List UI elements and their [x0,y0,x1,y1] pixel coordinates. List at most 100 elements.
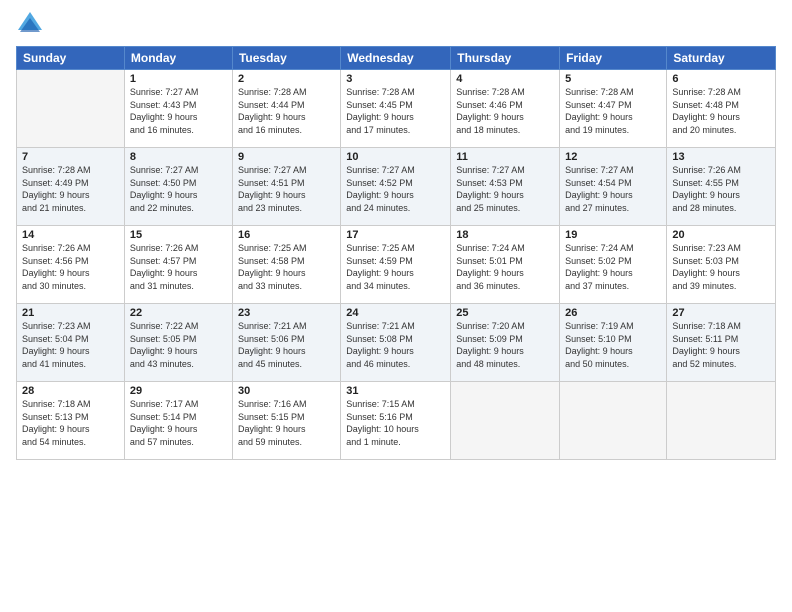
day-info: Sunrise: 7:27 AMSunset: 4:54 PMDaylight:… [565,164,661,214]
day-number: 18 [456,229,554,241]
day-number: 24 [346,307,445,319]
day-info: Sunrise: 7:19 AMSunset: 5:10 PMDaylight:… [565,320,661,370]
weekday-header-monday: Monday [124,47,232,70]
calendar-cell: 11Sunrise: 7:27 AMSunset: 4:53 PMDayligh… [451,148,560,226]
calendar-cell: 18Sunrise: 7:24 AMSunset: 5:01 PMDayligh… [451,226,560,304]
calendar-cell: 23Sunrise: 7:21 AMSunset: 5:06 PMDayligh… [232,304,340,382]
day-info: Sunrise: 7:26 AMSunset: 4:55 PMDaylight:… [672,164,770,214]
day-number: 3 [346,73,445,85]
calendar-cell: 27Sunrise: 7:18 AMSunset: 5:11 PMDayligh… [667,304,776,382]
calendar-cell: 25Sunrise: 7:20 AMSunset: 5:09 PMDayligh… [451,304,560,382]
calendar-cell: 7Sunrise: 7:28 AMSunset: 4:49 PMDaylight… [17,148,125,226]
day-info: Sunrise: 7:28 AMSunset: 4:47 PMDaylight:… [565,86,661,136]
calendar-cell [667,382,776,460]
calendar-cell: 17Sunrise: 7:25 AMSunset: 4:59 PMDayligh… [341,226,451,304]
day-info: Sunrise: 7:18 AMSunset: 5:13 PMDaylight:… [22,398,119,448]
day-info: Sunrise: 7:28 AMSunset: 4:44 PMDaylight:… [238,86,335,136]
page: SundayMondayTuesdayWednesdayThursdayFrid… [0,0,792,612]
day-info: Sunrise: 7:23 AMSunset: 5:04 PMDaylight:… [22,320,119,370]
calendar-cell: 14Sunrise: 7:26 AMSunset: 4:56 PMDayligh… [17,226,125,304]
day-number: 20 [672,229,770,241]
week-row-3: 14Sunrise: 7:26 AMSunset: 4:56 PMDayligh… [17,226,776,304]
day-number: 11 [456,151,554,163]
day-info: Sunrise: 7:26 AMSunset: 4:56 PMDaylight:… [22,242,119,292]
calendar-cell: 19Sunrise: 7:24 AMSunset: 5:02 PMDayligh… [560,226,667,304]
calendar-cell: 12Sunrise: 7:27 AMSunset: 4:54 PMDayligh… [560,148,667,226]
calendar: SundayMondayTuesdayWednesdayThursdayFrid… [16,46,776,460]
day-number: 7 [22,151,119,163]
day-info: Sunrise: 7:16 AMSunset: 5:15 PMDaylight:… [238,398,335,448]
weekday-header-saturday: Saturday [667,47,776,70]
day-info: Sunrise: 7:18 AMSunset: 5:11 PMDaylight:… [672,320,770,370]
day-number: 2 [238,73,335,85]
day-number: 27 [672,307,770,319]
calendar-cell: 16Sunrise: 7:25 AMSunset: 4:58 PMDayligh… [232,226,340,304]
calendar-cell: 28Sunrise: 7:18 AMSunset: 5:13 PMDayligh… [17,382,125,460]
day-info: Sunrise: 7:28 AMSunset: 4:48 PMDaylight:… [672,86,770,136]
calendar-cell: 15Sunrise: 7:26 AMSunset: 4:57 PMDayligh… [124,226,232,304]
calendar-cell: 8Sunrise: 7:27 AMSunset: 4:50 PMDaylight… [124,148,232,226]
logo-icon [16,10,44,38]
calendar-cell: 24Sunrise: 7:21 AMSunset: 5:08 PMDayligh… [341,304,451,382]
day-info: Sunrise: 7:27 AMSunset: 4:43 PMDaylight:… [130,86,227,136]
header [16,10,776,38]
calendar-cell [560,382,667,460]
day-number: 4 [456,73,554,85]
day-number: 12 [565,151,661,163]
day-info: Sunrise: 7:27 AMSunset: 4:51 PMDaylight:… [238,164,335,214]
calendar-cell: 9Sunrise: 7:27 AMSunset: 4:51 PMDaylight… [232,148,340,226]
day-number: 29 [130,385,227,397]
calendar-cell: 31Sunrise: 7:15 AMSunset: 5:16 PMDayligh… [341,382,451,460]
day-info: Sunrise: 7:28 AMSunset: 4:46 PMDaylight:… [456,86,554,136]
week-row-4: 21Sunrise: 7:23 AMSunset: 5:04 PMDayligh… [17,304,776,382]
weekday-header-sunday: Sunday [17,47,125,70]
day-number: 28 [22,385,119,397]
day-info: Sunrise: 7:23 AMSunset: 5:03 PMDaylight:… [672,242,770,292]
week-row-5: 28Sunrise: 7:18 AMSunset: 5:13 PMDayligh… [17,382,776,460]
day-number: 9 [238,151,335,163]
calendar-cell [17,70,125,148]
calendar-cell: 21Sunrise: 7:23 AMSunset: 5:04 PMDayligh… [17,304,125,382]
day-info: Sunrise: 7:28 AMSunset: 4:45 PMDaylight:… [346,86,445,136]
day-info: Sunrise: 7:17 AMSunset: 5:14 PMDaylight:… [130,398,227,448]
calendar-cell: 26Sunrise: 7:19 AMSunset: 5:10 PMDayligh… [560,304,667,382]
calendar-cell: 2Sunrise: 7:28 AMSunset: 4:44 PMDaylight… [232,70,340,148]
calendar-cell: 20Sunrise: 7:23 AMSunset: 5:03 PMDayligh… [667,226,776,304]
day-number: 10 [346,151,445,163]
weekday-header-thursday: Thursday [451,47,560,70]
weekday-header-friday: Friday [560,47,667,70]
day-info: Sunrise: 7:24 AMSunset: 5:01 PMDaylight:… [456,242,554,292]
day-number: 23 [238,307,335,319]
day-number: 15 [130,229,227,241]
day-info: Sunrise: 7:27 AMSunset: 4:53 PMDaylight:… [456,164,554,214]
calendar-cell: 22Sunrise: 7:22 AMSunset: 5:05 PMDayligh… [124,304,232,382]
weekday-header-tuesday: Tuesday [232,47,340,70]
weekday-header-wednesday: Wednesday [341,47,451,70]
day-info: Sunrise: 7:25 AMSunset: 4:59 PMDaylight:… [346,242,445,292]
day-info: Sunrise: 7:27 AMSunset: 4:52 PMDaylight:… [346,164,445,214]
week-row-2: 7Sunrise: 7:28 AMSunset: 4:49 PMDaylight… [17,148,776,226]
day-number: 19 [565,229,661,241]
day-number: 21 [22,307,119,319]
day-number: 8 [130,151,227,163]
day-number: 30 [238,385,335,397]
calendar-cell: 4Sunrise: 7:28 AMSunset: 4:46 PMDaylight… [451,70,560,148]
calendar-cell: 30Sunrise: 7:16 AMSunset: 5:15 PMDayligh… [232,382,340,460]
calendar-cell [451,382,560,460]
day-info: Sunrise: 7:26 AMSunset: 4:57 PMDaylight:… [130,242,227,292]
calendar-cell: 3Sunrise: 7:28 AMSunset: 4:45 PMDaylight… [341,70,451,148]
calendar-cell: 29Sunrise: 7:17 AMSunset: 5:14 PMDayligh… [124,382,232,460]
calendar-cell: 10Sunrise: 7:27 AMSunset: 4:52 PMDayligh… [341,148,451,226]
day-number: 13 [672,151,770,163]
day-number: 22 [130,307,227,319]
calendar-cell: 5Sunrise: 7:28 AMSunset: 4:47 PMDaylight… [560,70,667,148]
day-info: Sunrise: 7:27 AMSunset: 4:50 PMDaylight:… [130,164,227,214]
calendar-cell: 1Sunrise: 7:27 AMSunset: 4:43 PMDaylight… [124,70,232,148]
day-number: 6 [672,73,770,85]
day-number: 5 [565,73,661,85]
weekday-header-row: SundayMondayTuesdayWednesdayThursdayFrid… [17,47,776,70]
day-info: Sunrise: 7:21 AMSunset: 5:06 PMDaylight:… [238,320,335,370]
day-number: 17 [346,229,445,241]
day-number: 1 [130,73,227,85]
week-row-1: 1Sunrise: 7:27 AMSunset: 4:43 PMDaylight… [17,70,776,148]
